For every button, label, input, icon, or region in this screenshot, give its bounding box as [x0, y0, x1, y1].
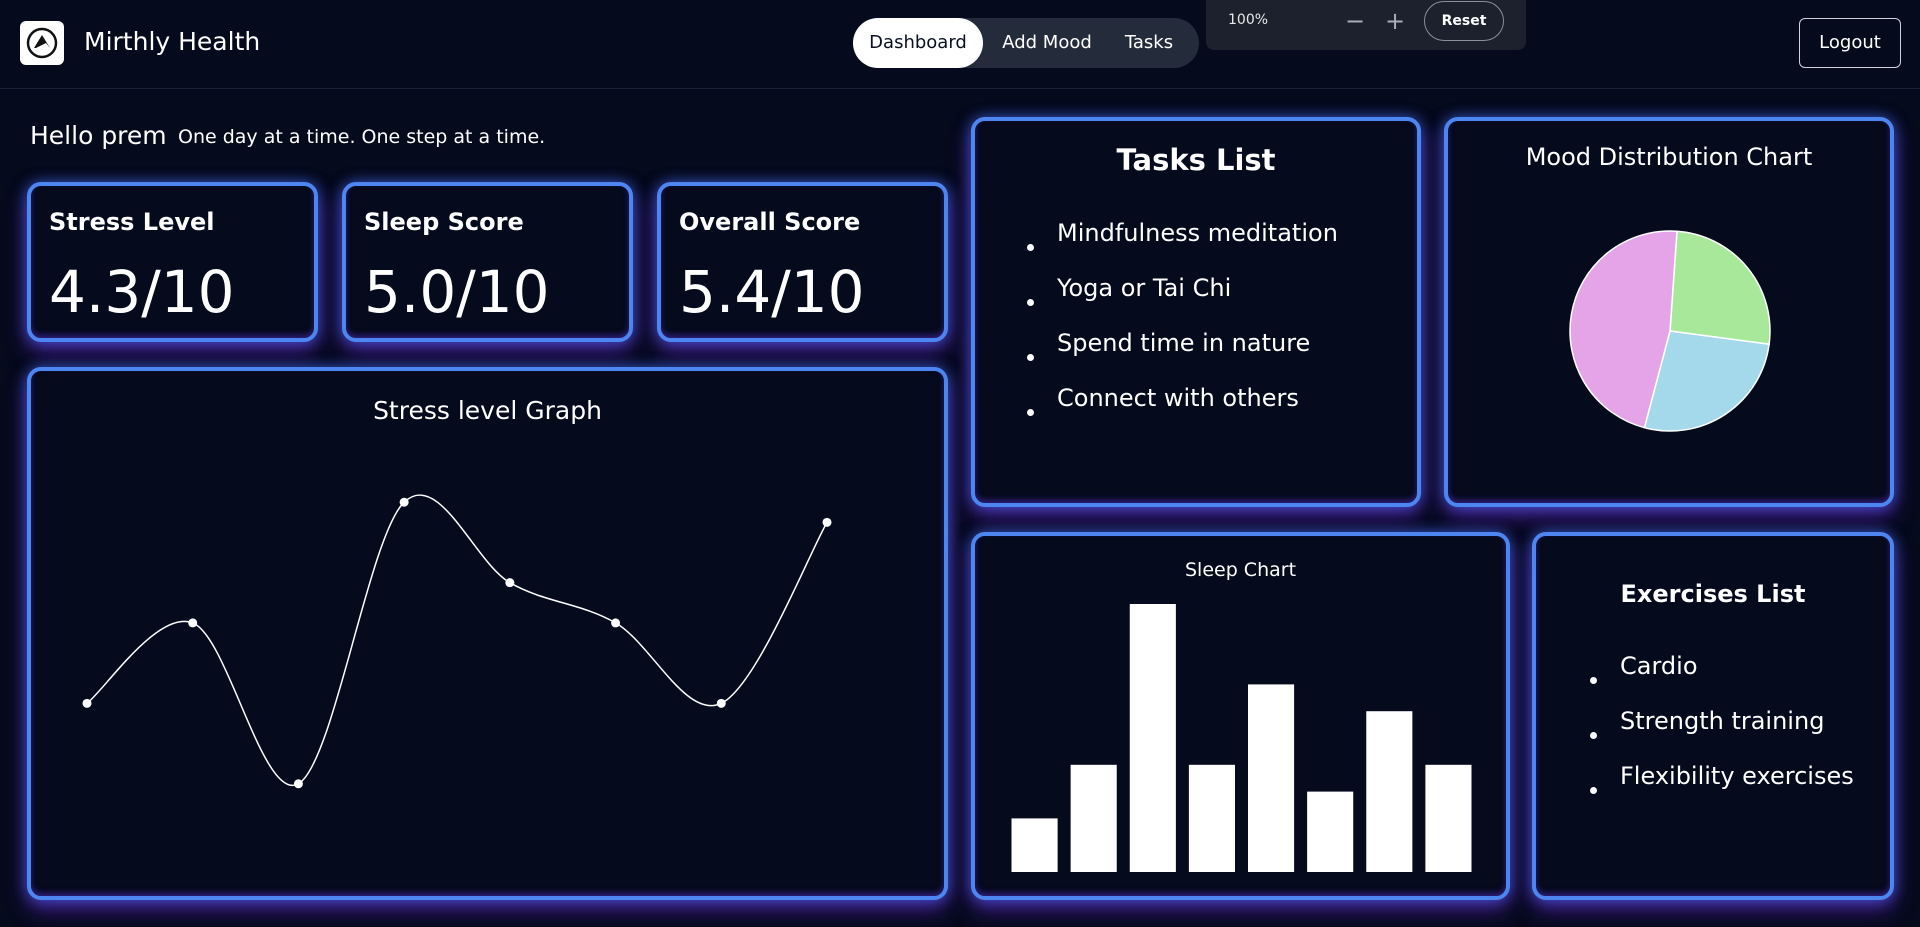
tasks-list: Mindfulness meditation Yoga or Tai Chi S… [1021, 219, 1338, 439]
overall-score-value: 5.4/10 [679, 258, 865, 326]
zoom-level: 100% [1228, 12, 1269, 28]
stress-data-point[interactable] [293, 779, 303, 789]
stress-data-point[interactable] [505, 578, 515, 588]
exercise-item: Flexibility exercises [1584, 762, 1854, 817]
sleep-bar[interactable] [1248, 684, 1295, 872]
greeting-text: Hello prem [30, 121, 167, 150]
sleep-score-title: Sleep Score [364, 208, 524, 236]
exercise-item: Cardio [1584, 652, 1854, 707]
app-title: Mirthly Health [84, 27, 261, 56]
sleep-bar[interactable] [1070, 764, 1117, 872]
exercises-list: Cardio Strength training Flexibility exe… [1584, 652, 1854, 817]
stress-data-point[interactable] [188, 618, 198, 628]
sleep-chart-card: Sleep Chart [971, 532, 1510, 900]
task-item: Yoga or Tai Chi [1021, 274, 1338, 329]
tagline-text: One day at a time. One step at a time. [178, 126, 546, 148]
tab-dashboard[interactable]: Dashboard [853, 18, 983, 68]
sleep-bar-chart [1011, 604, 1472, 872]
tasks-list-card: Tasks List Mindfulness meditation Yoga o… [971, 117, 1421, 507]
stress-level-card: Stress Level 4.3/10 [27, 182, 318, 342]
tasks-list-title: Tasks List [1116, 143, 1276, 177]
sleep-bar[interactable] [1307, 791, 1354, 872]
stress-data-point[interactable] [611, 618, 621, 628]
mood-pie-chart [1569, 230, 1771, 432]
sleep-bar[interactable] [1425, 764, 1472, 872]
overall-score-title: Overall Score [679, 208, 861, 236]
pie-slice[interactable] [1669, 230, 1771, 346]
overall-score-card: Overall Score 5.4/10 [657, 182, 948, 342]
sleep-bar[interactable] [1011, 818, 1058, 872]
sleep-bar[interactable] [1129, 604, 1176, 872]
app-header: Mirthly Health Dashboard Add Mood Tasks … [0, 0, 1920, 89]
stress-line-chart [82, 494, 832, 789]
tab-tasks[interactable]: Tasks [1107, 18, 1191, 68]
stress-data-point[interactable] [82, 698, 92, 708]
logout-button[interactable]: Logout [1799, 18, 1901, 68]
sleep-score-value: 5.0/10 [364, 258, 550, 326]
task-item: Mindfulness meditation [1021, 219, 1338, 274]
sleep-bar[interactable] [1188, 764, 1235, 872]
zoom-out-button[interactable]: − [1345, 7, 1365, 35]
exercises-list-title: Exercises List [1620, 580, 1806, 608]
stress-level-value: 4.3/10 [49, 258, 235, 326]
stress-graph-card: Stress level Graph [27, 367, 948, 900]
sleep-score-card: Sleep Score 5.0/10 [342, 182, 633, 342]
stress-data-point[interactable] [716, 698, 726, 708]
main-nav: Dashboard Add Mood Tasks [853, 18, 1199, 68]
tab-add-mood[interactable]: Add Mood [989, 18, 1105, 68]
triangle-logo-icon [26, 27, 58, 59]
stress-data-point[interactable] [822, 517, 832, 527]
app-logo[interactable] [20, 21, 64, 65]
exercise-item: Strength training [1584, 707, 1854, 762]
stress-data-point[interactable] [399, 497, 409, 507]
task-item: Spend time in nature [1021, 329, 1338, 384]
sleep-bar[interactable] [1366, 711, 1413, 872]
zoom-in-button[interactable]: + [1385, 7, 1405, 35]
mood-chart-card: Mood Distribution Chart [1444, 117, 1894, 507]
exercises-list-card: Exercises List Cardio Strength training … [1532, 532, 1894, 900]
stress-series-line [86, 494, 828, 787]
task-item: Connect with others [1021, 384, 1338, 439]
zoom-reset-button[interactable]: Reset [1424, 1, 1504, 41]
stress-level-title: Stress Level [49, 208, 215, 236]
